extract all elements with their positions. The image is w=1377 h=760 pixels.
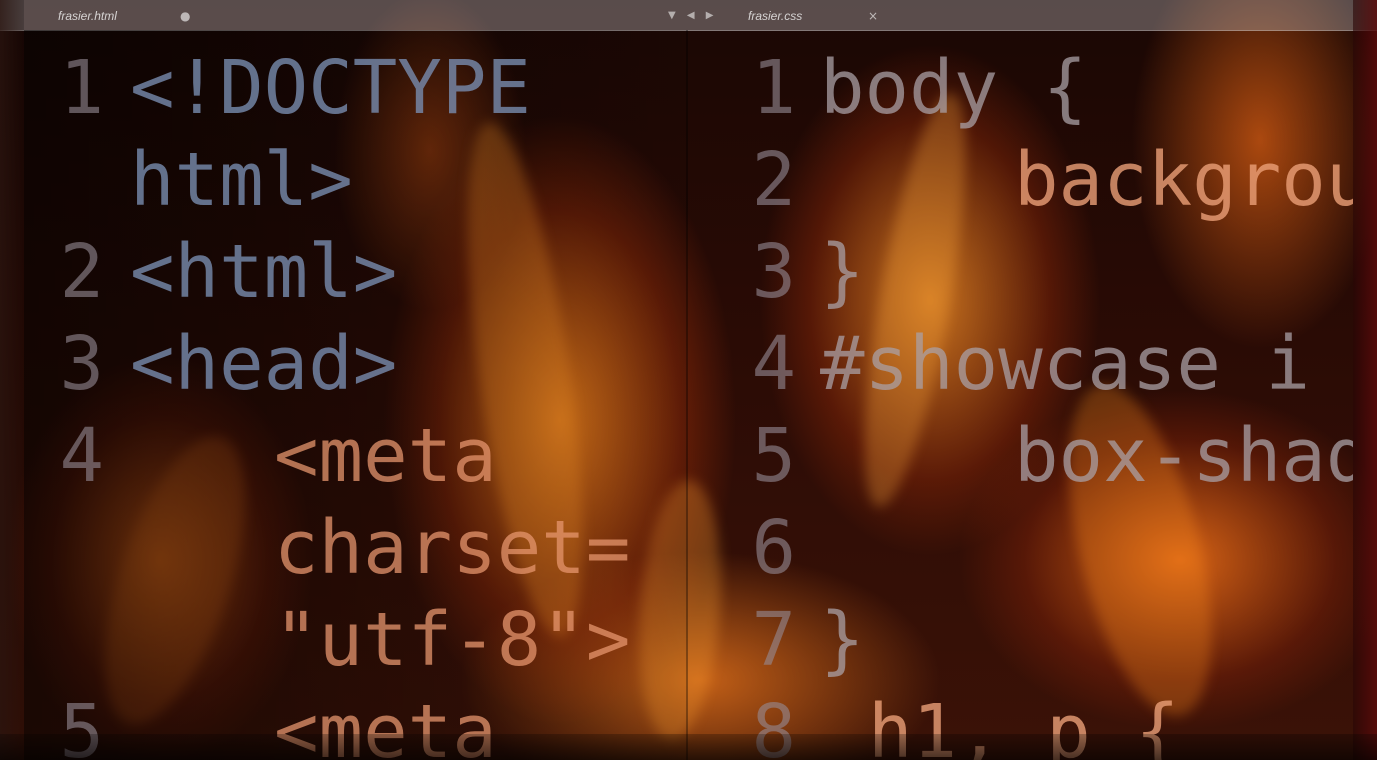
frame-edge-right: [1353, 0, 1377, 760]
code-line: <!DOCTYPE: [130, 45, 531, 131]
line-number: 4: [59, 413, 104, 499]
code-line: "utf-8">: [274, 597, 631, 683]
line-number: 4: [751, 321, 796, 407]
line-number: 7: [751, 597, 796, 683]
line-number: 2: [59, 229, 104, 315]
code-line: backgrou: [1014, 137, 1353, 223]
frame-edge-left: [0, 0, 24, 760]
code-line: charset=: [274, 505, 631, 591]
code-line: }: [820, 229, 865, 315]
desktop-wallpaper: frasier.html ● ▼ ◀ ▶ frasier.css × 1 <!D…: [0, 0, 1377, 760]
tab-frasier-css[interactable]: frasier.css: [748, 6, 802, 26]
line-number: 5: [751, 413, 796, 499]
tab-nav-arrows[interactable]: ▼ ◀ ▶: [668, 6, 717, 26]
line-number: 3: [751, 229, 796, 315]
line-number: 6: [751, 505, 796, 591]
code-line: html>: [130, 137, 353, 223]
unsaved-dot-icon[interactable]: ●: [180, 6, 190, 26]
tab-frasier-html[interactable]: frasier.html: [58, 6, 117, 26]
editor-pane-css[interactable]: 1 body { 2 backgrou 3 } 4 #showcase i 5 …: [688, 30, 1353, 760]
code-line: <head>: [130, 321, 398, 407]
line-number: 3: [59, 321, 104, 407]
line-number: 1: [751, 45, 796, 131]
line-number: 2: [751, 137, 796, 223]
code-line: box-shad: [1014, 413, 1353, 499]
code-line: }: [820, 597, 865, 683]
editor-pane-html[interactable]: 1 <!DOCTYPE html> 2 <html> 3 <head> 4 <m…: [24, 30, 686, 760]
code-line: <meta: [274, 413, 497, 499]
line-number: 1: [59, 45, 104, 131]
frame-edge-bottom: [0, 734, 1377, 760]
code-line: body {: [820, 45, 1088, 131]
code-line: <html>: [130, 229, 398, 315]
tab-bar: frasier.html ● ▼ ◀ ▶ frasier.css ×: [0, 0, 1377, 31]
code-line: #showcase i: [820, 321, 1311, 407]
close-tab-icon[interactable]: ×: [868, 6, 878, 26]
